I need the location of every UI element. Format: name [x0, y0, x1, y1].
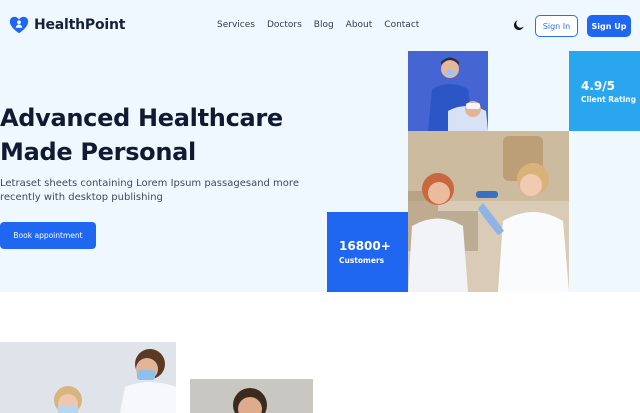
sign-up-button[interactable]: Sign Up [587, 15, 631, 37]
main-nav: Services Doctors Blog About Contact [217, 20, 419, 30]
customers-label: Customers [339, 256, 385, 265]
customers-card: 16800+ Customers [327, 212, 408, 292]
hero-description: Letraset sheets containing Lorem Ipsum p… [0, 178, 299, 203]
nav-doctors[interactable]: Doctors [267, 20, 302, 30]
nav-about[interactable]: About [346, 20, 373, 30]
doctor-patient-photo [408, 131, 569, 292]
hero-title-line-2: Made Personal [0, 138, 196, 166]
sign-in-button[interactable]: Sign In [535, 15, 578, 37]
logo[interactable]: HealthPoint [8, 14, 125, 36]
doctor-portrait-photo [190, 379, 313, 413]
client-rating-value: 4.9/5 [581, 79, 615, 93]
nav-blog[interactable]: Blog [314, 20, 334, 30]
book-appointment-button[interactable]: Book appointment [0, 222, 96, 249]
dentist-photo [408, 51, 488, 131]
moon-icon[interactable] [512, 18, 526, 32]
client-rating-label: Client Rating [581, 95, 636, 104]
hero-title-line-1: Advanced Healthcare [0, 104, 283, 132]
brand-name: HealthPoint [34, 17, 126, 33]
nav-services[interactable]: Services [217, 20, 255, 30]
client-rating-card: 4.9/5 Client Rating [569, 51, 640, 131]
nav-contact[interactable]: Contact [384, 20, 419, 30]
heart-logo-icon [9, 16, 29, 34]
customers-value: 16800+ [339, 239, 391, 253]
page: HealthPoint Services Doctors Blog About … [0, 0, 640, 413]
hero-title: Advanced Healthcare Made Personal [0, 101, 320, 169]
medical-team-photo [0, 342, 176, 413]
header: HealthPoint Services Doctors Blog About … [0, 0, 640, 52]
